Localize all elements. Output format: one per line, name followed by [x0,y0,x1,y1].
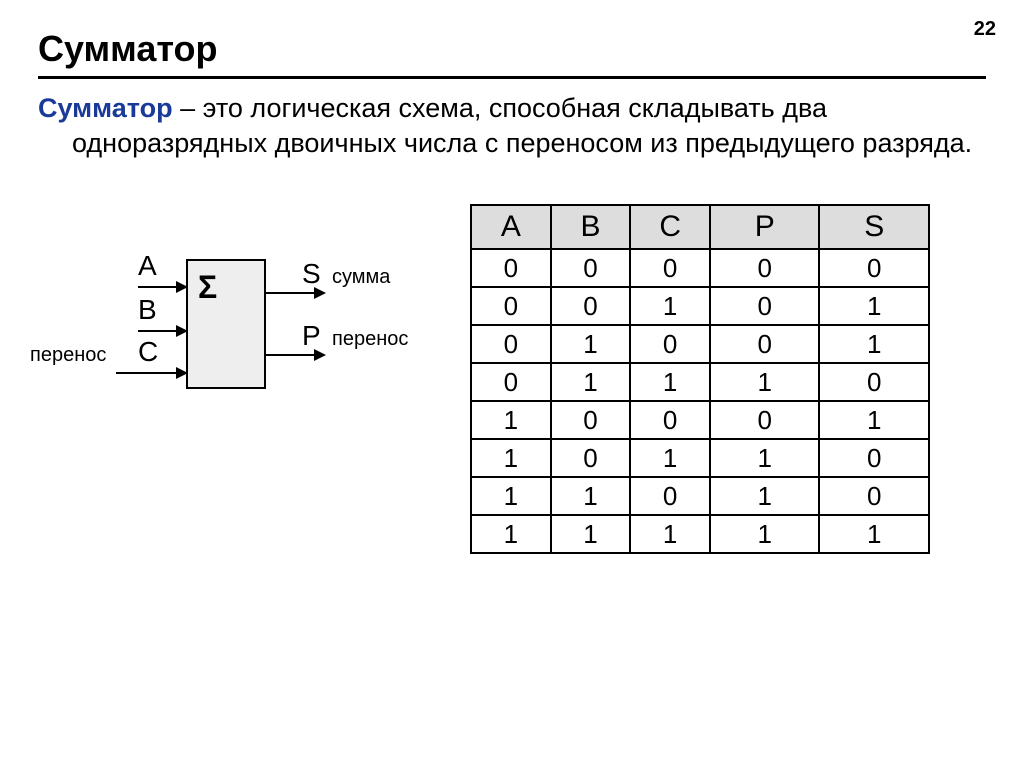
table-cell: 1 [819,287,929,325]
table-cell: 0 [471,363,551,401]
table-cell: 1 [819,515,929,553]
truth-table-container: A B C P S 000000010101001011101000110110… [470,204,1024,554]
table-cell: 0 [471,249,551,287]
table-cell: 0 [551,401,631,439]
table-cell: 1 [710,363,819,401]
table-row: 00101 [471,287,929,325]
definition-paragraph: Сумматор – это логическая схема, способн… [0,91,1024,160]
table-cell: 1 [551,515,631,553]
definition-rest: – это логическая схема, способная склады… [72,93,972,158]
arrow-s-line [266,292,316,294]
table-cell: 0 [819,363,929,401]
table-row: 10001 [471,401,929,439]
arrow-a-head-icon [176,281,188,293]
table-cell: 0 [471,325,551,363]
table-cell: 1 [819,401,929,439]
arrow-c-head-icon [176,367,188,379]
truth-table: A B C P S 000000010101001011101000110110… [470,204,930,554]
arrow-a-line [138,286,178,288]
page-title: Сумматор [0,0,1024,76]
output-s-label: S [302,258,321,290]
table-cell: 1 [471,477,551,515]
th-b: B [551,205,631,249]
table-cell: 0 [630,249,710,287]
table-cell: 0 [710,325,819,363]
table-cell: 1 [630,439,710,477]
table-cell: 0 [630,401,710,439]
table-cell: 0 [551,249,631,287]
table-row: 00000 [471,249,929,287]
arrow-b-line [138,330,178,332]
table-cell: 1 [551,477,631,515]
table-cell: 1 [819,325,929,363]
table-cell: 1 [630,363,710,401]
table-cell: 0 [630,325,710,363]
arrow-c-line [116,372,178,374]
sigma-box: Σ [186,259,266,389]
table-row: 01110 [471,363,929,401]
table-cell: 0 [710,249,819,287]
table-cell: 1 [710,477,819,515]
table-cell: 0 [819,439,929,477]
output-p-caption: перенос [332,328,408,351]
table-cell: 1 [710,515,819,553]
table-cell: 1 [471,401,551,439]
arrow-p-line [266,354,316,356]
table-cell: 1 [630,515,710,553]
table-cell: 0 [551,287,631,325]
th-c: C [630,205,710,249]
output-s-caption: сумма [332,266,390,289]
table-cell: 1 [551,363,631,401]
page-number: 22 [974,18,996,41]
content-row: Σ A B перенос C S сумма P перенос A B [0,204,1024,554]
arrow-b-head-icon [176,325,188,337]
table-cell: 1 [630,287,710,325]
table-cell: 0 [710,401,819,439]
table-cell: 0 [710,287,819,325]
th-p: P [710,205,819,249]
output-p-label: P [302,320,321,352]
definition-term: Сумматор [38,93,173,123]
input-a-label: A [138,250,157,282]
table-cell: 0 [819,249,929,287]
table-cell: 0 [630,477,710,515]
table-cell: 0 [819,477,929,515]
table-row: 10110 [471,439,929,477]
adder-diagram: Σ A B перенос C S сумма P перенос [0,204,470,454]
table-header-row: A B C P S [471,205,929,249]
table-cell: 0 [551,439,631,477]
table-cell: 1 [471,439,551,477]
table-cell: 0 [471,287,551,325]
table-row: 11111 [471,515,929,553]
th-s: S [819,205,929,249]
input-c-label: C [138,336,158,368]
table-row: 11010 [471,477,929,515]
table-cell: 1 [551,325,631,363]
th-a: A [471,205,551,249]
table-cell: 1 [710,439,819,477]
table-cell: 1 [471,515,551,553]
title-rule [38,76,986,79]
input-b-label: B [138,294,157,326]
input-c-caption: перенос [30,344,106,367]
table-row: 01001 [471,325,929,363]
